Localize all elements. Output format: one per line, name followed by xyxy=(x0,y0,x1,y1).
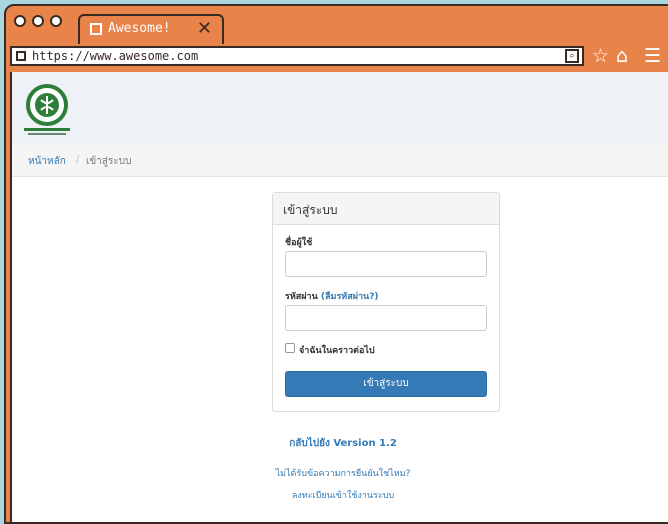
tab-title: Awesome! xyxy=(108,21,171,36)
close-tab-icon[interactable]: ✕ xyxy=(197,19,212,39)
login-heading: เข้าสู่ระบบ xyxy=(273,193,499,225)
resend-confirmation-link[interactable]: ไม่ได้รับข้อความการยืนยันใช่ไหม? xyxy=(12,466,668,480)
ministry-logo-icon xyxy=(24,84,70,135)
login-button[interactable]: เข้าสู่ระบบ xyxy=(285,371,487,397)
browser-tab[interactable]: Awesome! ✕ xyxy=(78,14,224,44)
breadcrumb-current: เข้าสู่ระบบ xyxy=(86,156,132,167)
url-text: https://www.awesome.com xyxy=(32,49,199,63)
search-icon[interactable]: ⌕ xyxy=(565,49,579,63)
breadcrumb: หน้าหลัก / เข้าสู่ระบบ xyxy=(12,144,668,177)
password-label: รหัสผ่าน xyxy=(285,292,318,302)
username-input[interactable] xyxy=(285,251,487,277)
register-link[interactable]: ลงทะเบียนเข้าใช้งานระบบ xyxy=(12,488,668,502)
password-label-row: รหัสผ่าน (ลืมรหัสผ่าน?) xyxy=(285,289,379,303)
window-maximize-dot[interactable] xyxy=(50,15,62,27)
forgot-password-link[interactable]: (ลืมรหัสผ่าน?) xyxy=(321,292,379,302)
page-icon xyxy=(16,51,26,61)
page-content: หน้าหลัก / เข้าสู่ระบบ เข้าสู่ระบบ ชื่อผ… xyxy=(10,72,668,522)
breadcrumb-separator: / xyxy=(76,154,80,165)
login-panel: เข้าสู่ระบบ ชื่อผู้ใช้ รหัสผ่าน (ลืมรหัส… xyxy=(272,192,500,412)
url-input[interactable]: https://www.awesome.com ⌕ xyxy=(10,46,584,66)
home-icon[interactable]: ⌂ xyxy=(616,44,628,68)
star-icon[interactable]: ☆ xyxy=(592,44,609,68)
browser-window: Awesome! ✕ https://www.awesome.com ⌕ ☆ ⌂… xyxy=(4,4,668,524)
window-minimize-dot[interactable] xyxy=(32,15,44,27)
back-version-link[interactable]: กลับไปยัง Version 1.2 xyxy=(12,436,668,451)
page-icon xyxy=(90,23,102,35)
remember-me-checkbox[interactable] xyxy=(285,343,295,353)
window-close-dot[interactable] xyxy=(14,15,26,27)
password-input[interactable] xyxy=(285,305,487,331)
menu-icon[interactable]: ☰ xyxy=(644,44,661,68)
remember-me-label: จำฉันในคราวต่อไป xyxy=(299,346,375,356)
address-bar: https://www.awesome.com ⌕ ☆ ⌂ ☰ xyxy=(6,44,668,70)
username-label: ชื่อผู้ใช้ xyxy=(285,238,313,248)
breadcrumb-home-link[interactable]: หน้าหลัก xyxy=(28,154,66,169)
title-bar: Awesome! ✕ xyxy=(6,6,668,44)
site-header xyxy=(12,72,668,144)
